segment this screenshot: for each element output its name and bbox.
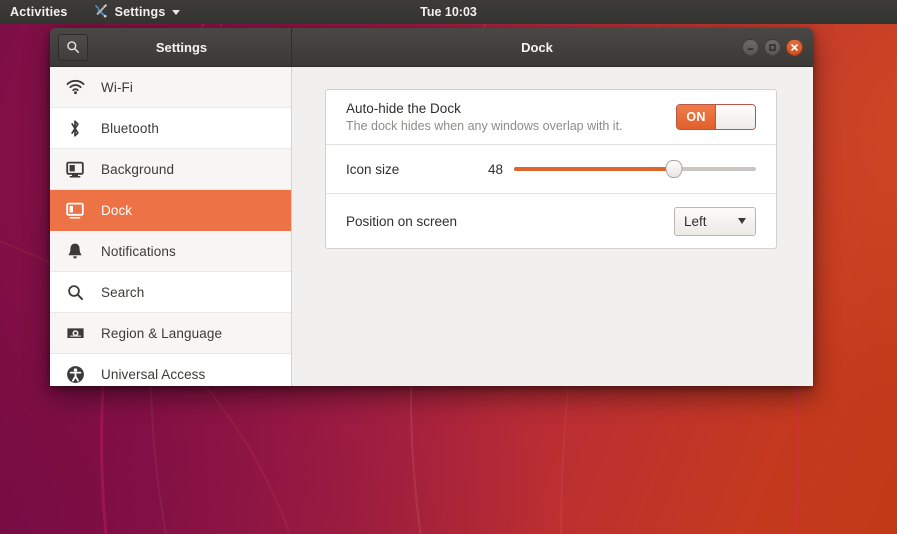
content-area: Auto-hide the Dock The dock hides when a… (292, 67, 813, 386)
icon-size-control: 48 (399, 160, 756, 178)
dock-settings-panel: Auto-hide the Dock The dock hides when a… (325, 89, 777, 249)
toggle-on-label: ON (677, 105, 715, 129)
minimize-icon (747, 47, 754, 50)
sidebar-item-region-language[interactable]: Region & Language (50, 313, 291, 354)
auto-hide-title: Auto-hide the Dock (346, 101, 461, 116)
sidebar-item-background[interactable]: Background (50, 149, 291, 190)
window-body: Wi-Fi Bluetooth Background Dock Notifica… (50, 67, 813, 386)
desktop: Activities Settings Tue 10:03 Settings D… (0, 0, 897, 534)
sidebar-item-label: Region & Language (101, 325, 223, 341)
background-monitor-icon (64, 158, 86, 180)
chevron-down-icon (738, 218, 746, 224)
maximize-icon (769, 43, 776, 51)
activities-button[interactable]: Activities (10, 5, 68, 19)
accessibility-icon (64, 363, 86, 385)
sidebar-item-wifi[interactable]: Wi-Fi (50, 67, 291, 108)
position-title: Position on screen (346, 213, 458, 229)
sidebar-item-label: Notifications (101, 243, 176, 259)
position-dropdown[interactable]: Left (674, 206, 756, 236)
sidebar-item-label: Search (101, 284, 145, 300)
bluetooth-icon (64, 117, 86, 139)
close-button[interactable] (786, 38, 803, 56)
chevron-down-icon (171, 9, 180, 15)
search-button[interactable] (58, 33, 88, 61)
row-auto-hide-dock: Auto-hide the Dock The dock hides when a… (326, 90, 776, 145)
slider-fill (514, 167, 674, 171)
sidebar-item-bluetooth[interactable]: Bluetooth (50, 108, 291, 149)
toggle-knob (715, 105, 755, 129)
bell-icon (64, 240, 86, 262)
sidebar-item-search[interactable]: Search (50, 272, 291, 313)
icon-size-value: 48 (487, 161, 503, 177)
app-menu-settings[interactable]: Settings (94, 3, 180, 21)
row-icon-size: Icon size 48 (326, 145, 776, 194)
titlebar-content-section: Dock (292, 28, 813, 66)
sidebar-item-label: Wi-Fi (101, 79, 133, 95)
minimize-button[interactable] (742, 38, 759, 56)
sidebar: Wi-Fi Bluetooth Background Dock Notifica… (50, 67, 292, 386)
tools-icon (94, 3, 109, 21)
top-bar: Activities Settings Tue 10:03 (0, 0, 897, 24)
sidebar-item-dock[interactable]: Dock (50, 190, 291, 231)
sidebar-item-label: Dock (101, 202, 133, 218)
sidebar-item-label: Background (101, 161, 175, 177)
maximize-button[interactable] (764, 38, 781, 56)
settings-window: Settings Dock Wi-Fi Bluetooth Background… (50, 28, 813, 386)
sidebar-item-universal-access[interactable]: Universal Access (50, 354, 291, 386)
icon-size-slider[interactable] (514, 160, 756, 178)
icon-size-title: Icon size (346, 161, 400, 177)
window-titlebar[interactable]: Settings Dock (50, 28, 813, 67)
dock-icon (64, 199, 86, 221)
app-menu-label: Settings (114, 5, 166, 19)
auto-hide-text-block: Auto-hide the Dock The dock hides when a… (346, 101, 676, 133)
window-title-dock: Dock (521, 39, 553, 55)
sidebar-item-notifications[interactable]: Notifications (50, 231, 291, 272)
titlebar-sidebar-section: Settings (50, 28, 292, 66)
window-title-settings: Settings (155, 39, 208, 55)
search-icon (67, 41, 80, 54)
sidebar-item-label: Bluetooth (101, 120, 159, 136)
close-icon (791, 43, 798, 51)
flag-icon (64, 322, 86, 344)
position-selected-value: Left (684, 213, 707, 229)
row-position-on-screen: Position on screen Left (326, 194, 776, 248)
window-controls (742, 38, 803, 56)
position-text-block: Position on screen (346, 214, 674, 229)
wifi-icon (64, 76, 86, 98)
search-icon (64, 281, 86, 303)
auto-hide-subtitle: The dock hides when any windows overlap … (346, 119, 623, 133)
sidebar-item-label: Universal Access (101, 366, 206, 382)
auto-hide-toggle[interactable]: ON (676, 104, 756, 130)
slider-handle[interactable] (665, 160, 683, 178)
